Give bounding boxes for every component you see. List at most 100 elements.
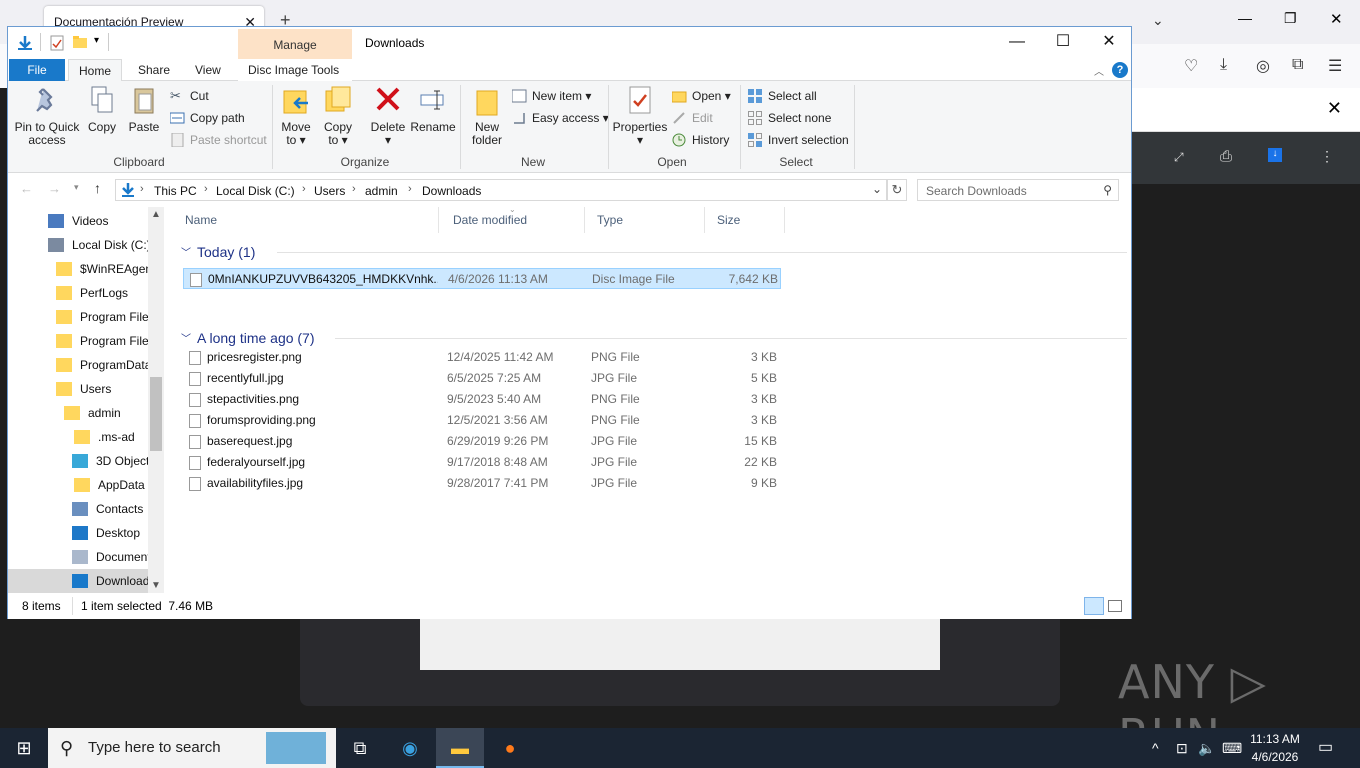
- large-icons-view-icon[interactable]: [1108, 600, 1122, 612]
- breadcrumb-downloads[interactable]: Downloads: [422, 184, 481, 198]
- column-size[interactable]: Size: [705, 207, 785, 233]
- task-view-icon[interactable]: ⧉: [336, 728, 384, 768]
- edit-button[interactable]: Edit: [672, 108, 713, 128]
- new-item-button[interactable]: New item ▾: [512, 86, 591, 106]
- scroll-up-icon[interactable]: ▲: [151, 209, 161, 220]
- taskbar-clock[interactable]: 11:13 AM 4/6/2026: [1240, 730, 1310, 766]
- taskbar-search-box[interactable]: ⚲ Type here to search: [48, 728, 336, 768]
- quick-access-down-arrow-icon[interactable]: [16, 35, 34, 51]
- expand-icon[interactable]: ⤢: [1174, 150, 1184, 165]
- address-bar[interactable]: › This PC › Local Disk (C:) › Users › ad…: [115, 179, 887, 201]
- file-row[interactable]: forumsproviding.png 12/5/2021 3:56 AM PNG …: [183, 410, 781, 431]
- forward-icon[interactable]: →: [48, 181, 61, 196]
- pdf-download-icon[interactable]: ↓: [1268, 148, 1282, 162]
- back-icon[interactable]: ←: [20, 181, 33, 196]
- tab-view[interactable]: View: [185, 59, 231, 81]
- edge-icon[interactable]: ◉: [386, 728, 434, 768]
- show-hidden-icons-icon[interactable]: ^: [1152, 728, 1159, 768]
- crumb-separator[interactable]: ›: [408, 183, 412, 195]
- select-none-button[interactable]: Select none: [748, 108, 831, 128]
- copy-button[interactable]: Copy: [84, 85, 120, 134]
- column-name[interactable]: Name: [173, 207, 439, 233]
- close-browser-icon[interactable]: ✕: [1330, 10, 1343, 28]
- tab-disc-image-tools[interactable]: Disc Image Tools: [238, 59, 352, 81]
- help-icon[interactable]: ?: [1112, 62, 1128, 78]
- copy-path-label: Copy path: [190, 111, 245, 125]
- crumb-separator[interactable]: ›: [204, 183, 208, 195]
- history-button[interactable]: History: [672, 130, 729, 150]
- nav-item[interactable]: Downloads: [8, 569, 164, 593]
- file-row[interactable]: availabilityfiles.jpg 9/28/2017 7:41 PM JP…: [183, 473, 781, 494]
- firefox-icon[interactable]: ●: [486, 728, 534, 768]
- refresh-icon[interactable]: ↻: [887, 179, 907, 201]
- tab-home[interactable]: Home: [68, 59, 123, 82]
- pin-quick-access-button[interactable]: Pin to Quick access: [14, 85, 80, 147]
- print-icon[interactable]: ⎙: [1220, 148, 1232, 165]
- group-today[interactable]: Today (1): [197, 240, 255, 264]
- notifications-icon[interactable]: ▭: [1318, 728, 1333, 768]
- breadcrumb-users[interactable]: Users: [314, 184, 345, 198]
- pocket-icon[interactable]: ♡: [1184, 56, 1198, 76]
- properties-qa-icon[interactable]: [50, 35, 64, 51]
- tab-file[interactable]: File: [9, 59, 65, 81]
- crumb-separator[interactable]: ›: [140, 183, 144, 195]
- list-tabs-icon[interactable]: ⌄: [1152, 12, 1164, 29]
- close-notification-icon[interactable]: ✕: [1327, 98, 1342, 119]
- collapse-ribbon-icon[interactable]: ︿: [1094, 63, 1104, 78]
- file-row[interactable]: stepactivities.png 9/5/2023 5:40 AM PNG Fi…: [183, 389, 781, 410]
- new-folder-button[interactable]: New folder: [466, 85, 508, 147]
- close-icon[interactable]: ✕: [1086, 27, 1132, 57]
- download-icon[interactable]: ⤓: [1220, 56, 1227, 74]
- crumb-separator[interactable]: ›: [352, 183, 356, 195]
- breadcrumb-admin[interactable]: admin: [365, 184, 398, 198]
- up-icon[interactable]: ↑: [94, 180, 101, 196]
- invert-selection-button[interactable]: Invert selection: [748, 130, 849, 150]
- tab-share[interactable]: Share: [128, 59, 180, 81]
- details-view-icon[interactable]: [1084, 597, 1104, 615]
- nav-scroll-thumb[interactable]: [150, 377, 162, 451]
- collapse-group-icon[interactable]: ﹀: [181, 330, 191, 345]
- column-type[interactable]: Type: [585, 207, 705, 233]
- paste-button[interactable]: Paste: [126, 85, 162, 134]
- delete-button[interactable]: Delete ▾: [368, 85, 408, 147]
- paste-shortcut-button[interactable]: Paste shortcut: [170, 130, 267, 150]
- crumb-separator[interactable]: ›: [302, 183, 306, 195]
- minimize-browser-icon[interactable]: —: [1238, 10, 1252, 26]
- account-icon[interactable]: ◎: [1256, 56, 1270, 76]
- file-row[interactable]: baserequest.jpg 6/29/2019 9:26 PM JPG File…: [183, 431, 781, 452]
- new-folder-qa-icon[interactable]: [72, 35, 88, 49]
- file-icon: [190, 273, 202, 287]
- menu-icon[interactable]: ☰: [1328, 56, 1342, 76]
- open-button[interactable]: Open ▾: [672, 86, 731, 106]
- maximize-icon[interactable]: ☐: [1040, 27, 1086, 57]
- select-all-button[interactable]: Select all: [748, 86, 817, 106]
- move-to-button[interactable]: Move to ▾: [278, 85, 314, 147]
- properties-button[interactable]: Properties ▾: [612, 85, 668, 147]
- breadcrumb-this-pc[interactable]: This PC: [154, 184, 197, 198]
- volume-icon[interactable]: 🔈: [1198, 728, 1215, 768]
- collapse-group-icon[interactable]: ﹀: [181, 244, 191, 259]
- file-row[interactable]: federalyourself.jpg 9/17/2018 8:48 AM JPG …: [183, 452, 781, 473]
- file-row[interactable]: 0MnIANKUPZUVVB643205_HMDKKVnhk... 4/6/202…: [183, 268, 781, 289]
- minimize-icon[interactable]: —: [994, 27, 1040, 57]
- extensions-icon[interactable]: ⧉: [1292, 56, 1303, 74]
- copy-to-button[interactable]: Copy to ▾: [320, 85, 356, 147]
- restore-browser-icon[interactable]: ❐: [1284, 10, 1297, 27]
- customize-qa-icon[interactable]: ▾: [94, 35, 99, 46]
- cut-button[interactable]: ✂ Cut: [170, 86, 209, 106]
- selection-info: 1 item selected 7.46 MB: [81, 599, 214, 613]
- windows-start-icon[interactable]: ⊞: [0, 728, 48, 768]
- scroll-down-icon[interactable]: ▼: [151, 580, 161, 591]
- more-icon[interactable]: ⋮: [1320, 148, 1334, 165]
- copy-path-button[interactable]: Copy path: [170, 108, 245, 128]
- file-row[interactable]: recentlyfull.jpg 6/5/2025 7:25 AM JPG File…: [183, 368, 781, 389]
- network-tray-icon[interactable]: ⊡: [1176, 728, 1188, 768]
- file-row[interactable]: pricesregister.png 12/4/2025 11:42 AM PNG …: [183, 347, 781, 368]
- rename-button[interactable]: Rename: [410, 85, 456, 134]
- search-input[interactable]: Search Downloads ⚲: [917, 179, 1119, 201]
- easy-access-button[interactable]: Easy access ▾: [512, 108, 609, 128]
- breadcrumb-local-disk[interactable]: Local Disk (C:): [216, 184, 295, 198]
- address-dropdown-icon[interactable]: ⌄: [872, 182, 882, 196]
- file-explorer-icon[interactable]: ▬: [436, 728, 484, 768]
- recent-locations-icon[interactable]: ▾: [74, 182, 79, 193]
